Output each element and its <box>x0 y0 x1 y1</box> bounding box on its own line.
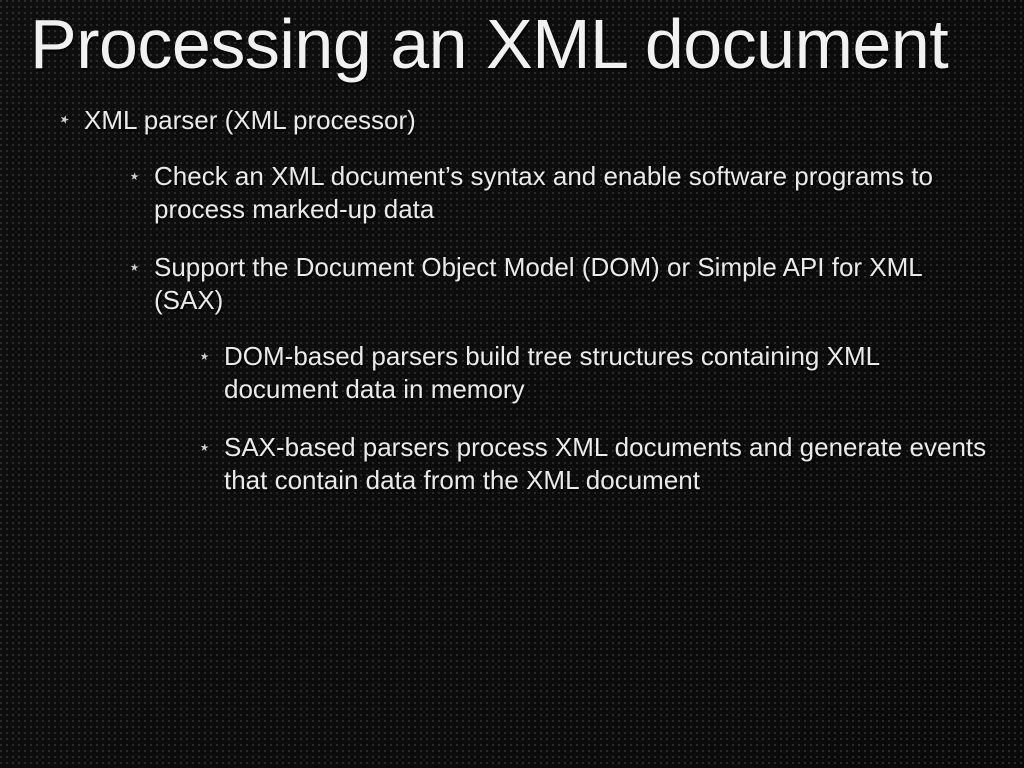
list-item-text: Check an XML document’s syntax and enabl… <box>154 161 933 224</box>
list-item: Support the Document Object Model (DOM) … <box>130 251 994 496</box>
bullet-list-level-2: Check an XML document’s syntax and enabl… <box>84 160 994 496</box>
list-item-text: SAX-based parsers process XML documents … <box>224 432 986 495</box>
star-bullet-icon <box>200 351 209 360</box>
list-item-text: Support the Document Object Model (DOM) … <box>154 252 922 315</box>
star-bullet-icon <box>59 114 70 125</box>
list-item: DOM-based parsers build tree structures … <box>200 340 994 405</box>
bullet-list-level-3: DOM-based parsers build tree structures … <box>154 340 994 496</box>
bullet-list-level-1: XML parser (XML processor) Check an XML … <box>30 104 994 497</box>
list-item: XML parser (XML processor) Check an XML … <box>60 104 994 497</box>
list-item-text: XML parser (XML processor) <box>84 105 416 135</box>
star-bullet-icon <box>130 171 139 180</box>
list-item: Check an XML document’s syntax and enabl… <box>130 160 994 225</box>
slide-title: Processing an XML document <box>30 8 994 82</box>
list-item-text: DOM-based parsers build tree structures … <box>224 341 879 404</box>
list-item: SAX-based parsers process XML documents … <box>200 431 994 496</box>
star-bullet-icon <box>200 442 209 451</box>
star-bullet-icon <box>130 262 139 271</box>
